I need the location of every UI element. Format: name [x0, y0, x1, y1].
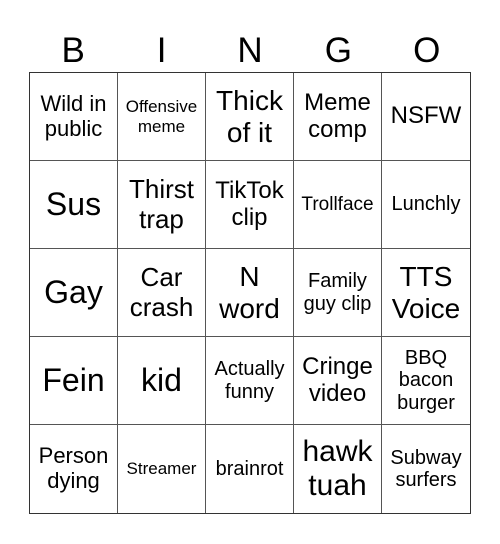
header-letter-i: I [156, 30, 167, 70]
header-letter-n: N [237, 30, 263, 70]
bingo-cell[interactable]: brainrot [206, 425, 294, 513]
bingo-cell[interactable]: Trollface [294, 161, 382, 249]
bingo-cell[interactable]: Meme comp [294, 73, 382, 161]
bingo-cell[interactable]: Car crash [118, 249, 206, 337]
bingo-cell[interactable]: Family guy clip [294, 249, 382, 337]
bingo-cell[interactable]: Gay [30, 249, 118, 337]
bingo-header: B I N G O [29, 28, 471, 72]
bingo-cell[interactable]: Cringe video [294, 337, 382, 425]
bingo-cell[interactable]: Offensive meme [118, 73, 206, 161]
bingo-cell[interactable]: Subway surfers [382, 425, 470, 513]
bingo-cell[interactable]: Streamer [118, 425, 206, 513]
bingo-cell[interactable]: N word [206, 249, 294, 337]
bingo-grid: Wild in public Offensive meme Thick of i… [29, 72, 471, 514]
bingo-cell[interactable]: NSFW [382, 73, 470, 161]
bingo-cell[interactable]: kid [118, 337, 206, 425]
bingo-cell[interactable]: Sus [30, 161, 118, 249]
bingo-cell[interactable]: Person dying [30, 425, 118, 513]
bingo-cell[interactable]: Thirst trap [118, 161, 206, 249]
bingo-cell[interactable]: TikTok clip [206, 161, 294, 249]
bingo-cell[interactable]: Lunchly [382, 161, 470, 249]
bingo-cell[interactable]: Actually funny [206, 337, 294, 425]
bingo-cell[interactable]: BBQ bacon burger [382, 337, 470, 425]
header-letter-b: B [61, 30, 85, 70]
bingo-cell[interactable]: Fein [30, 337, 118, 425]
header-letter-g: G [324, 30, 352, 70]
header-letter-o: O [413, 30, 441, 70]
bingo-cell[interactable]: hawk tuah [294, 425, 382, 513]
bingo-cell[interactable]: TTS Voice [382, 249, 470, 337]
bingo-cell[interactable]: Wild in public [30, 73, 118, 161]
bingo-cell[interactable]: Thick of it [206, 73, 294, 161]
